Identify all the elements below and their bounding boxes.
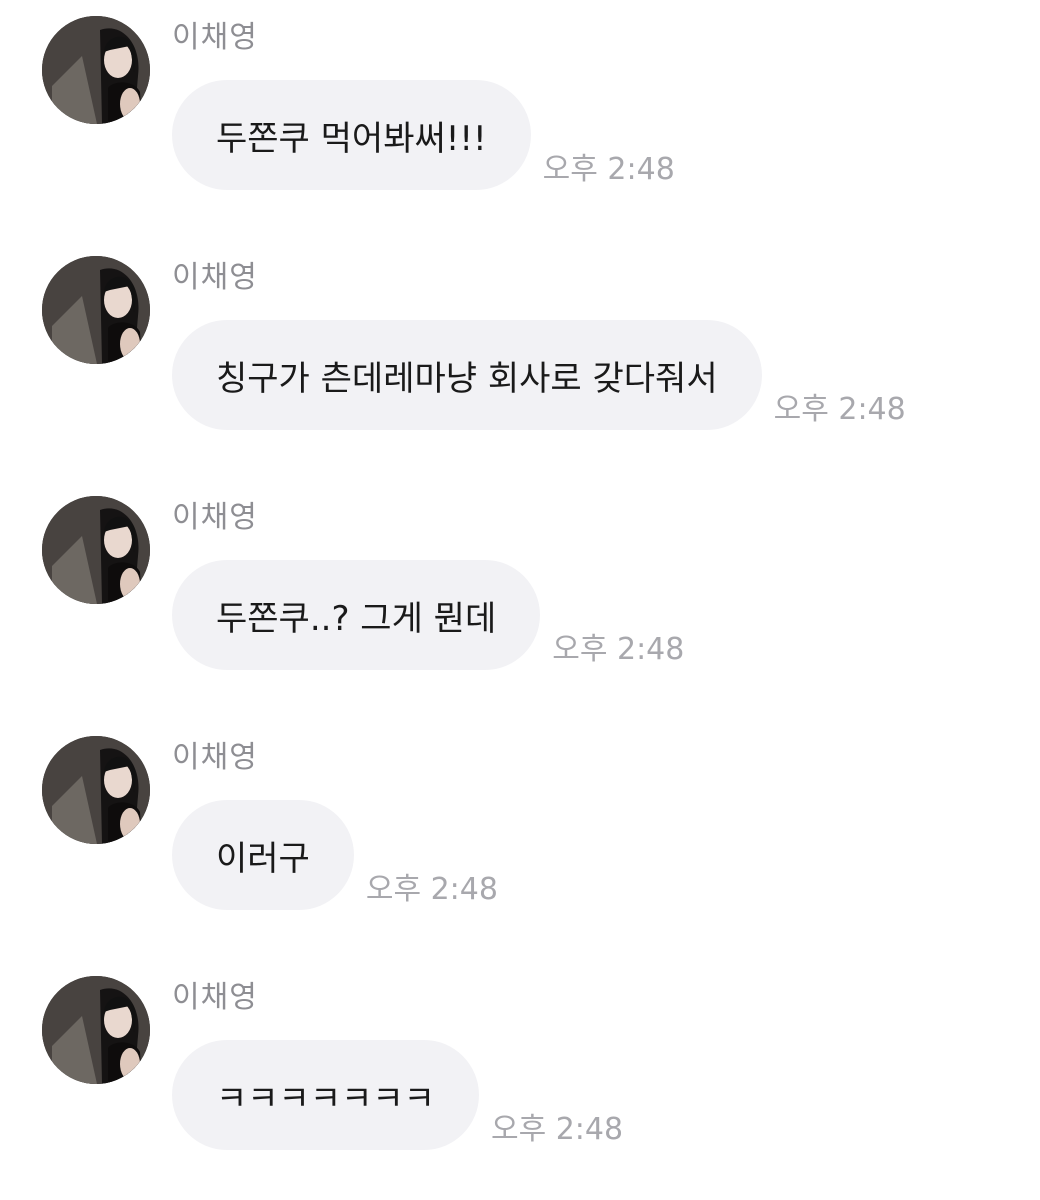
profile-photo [42, 496, 150, 604]
avatar[interactable] [42, 736, 150, 844]
avatar[interactable] [42, 496, 150, 604]
chat-message: 이채영 칭구가 츤데레마냥 회사로 갖다줘서 오후 2:48 [0, 240, 1040, 440]
message-timestamp: 오후 2:48 [552, 632, 685, 667]
profile-photo [42, 736, 150, 844]
message-timestamp: 오후 2:48 [773, 392, 906, 427]
avatar[interactable] [42, 256, 150, 364]
message-bubble[interactable]: ㅋㅋㅋㅋㅋㅋㅋ [172, 1040, 479, 1150]
message-row: ㅋㅋㅋㅋㅋㅋㅋ 오후 2:48 [172, 1040, 623, 1150]
message-bubble[interactable]: 이러구 [172, 800, 354, 910]
message-bubble[interactable]: 칭구가 츤데레마냥 회사로 갖다줘서 [172, 320, 762, 430]
message-bubble[interactable]: 두쫀쿠..? 그게 뭔데 [172, 560, 541, 670]
profile-photo [42, 16, 150, 124]
message-timestamp: 오후 2:48 [542, 152, 675, 187]
avatar[interactable] [42, 976, 150, 1084]
message-row: 칭구가 츤데레마냥 회사로 갖다줘서 오후 2:48 [172, 320, 906, 430]
sender-name: 이채영 [172, 980, 258, 1015]
sender-name: 이채영 [172, 500, 258, 535]
message-row: 두쫀쿠 먹어봐써!!! 오후 2:48 [172, 80, 675, 190]
chat-message: 이채영 두쫀쿠..? 그게 뭔데 오후 2:48 [0, 480, 1040, 680]
message-timestamp: 오후 2:48 [490, 1112, 624, 1147]
sender-name: 이채영 [172, 260, 258, 295]
profile-photo [42, 976, 150, 1084]
sender-name: 이채영 [172, 740, 258, 775]
chat-message: 이채영 ㅋㅋㅋㅋㅋㅋㅋ 오후 2:48 [0, 960, 1040, 1160]
message-timestamp: 오후 2:48 [365, 872, 498, 907]
message-bubble[interactable]: 두쫀쿠 먹어봐써!!! [172, 80, 531, 190]
chat-message-list: 이채영 두쫀쿠 먹어봐써!!! 오후 2:48 이채영 칭구가 츤데레마냥 회사… [0, 0, 1040, 1200]
message-row: 이러구 오후 2:48 [172, 800, 498, 910]
sender-name: 이채영 [172, 20, 258, 55]
avatar[interactable] [42, 16, 150, 124]
profile-photo [42, 256, 150, 364]
chat-message: 이채영 두쫀쿠 먹어봐써!!! 오후 2:48 [0, 0, 1040, 200]
message-row: 두쫀쿠..? 그게 뭔데 오후 2:48 [172, 560, 684, 670]
chat-message: 이채영 이러구 오후 2:48 [0, 720, 1040, 920]
